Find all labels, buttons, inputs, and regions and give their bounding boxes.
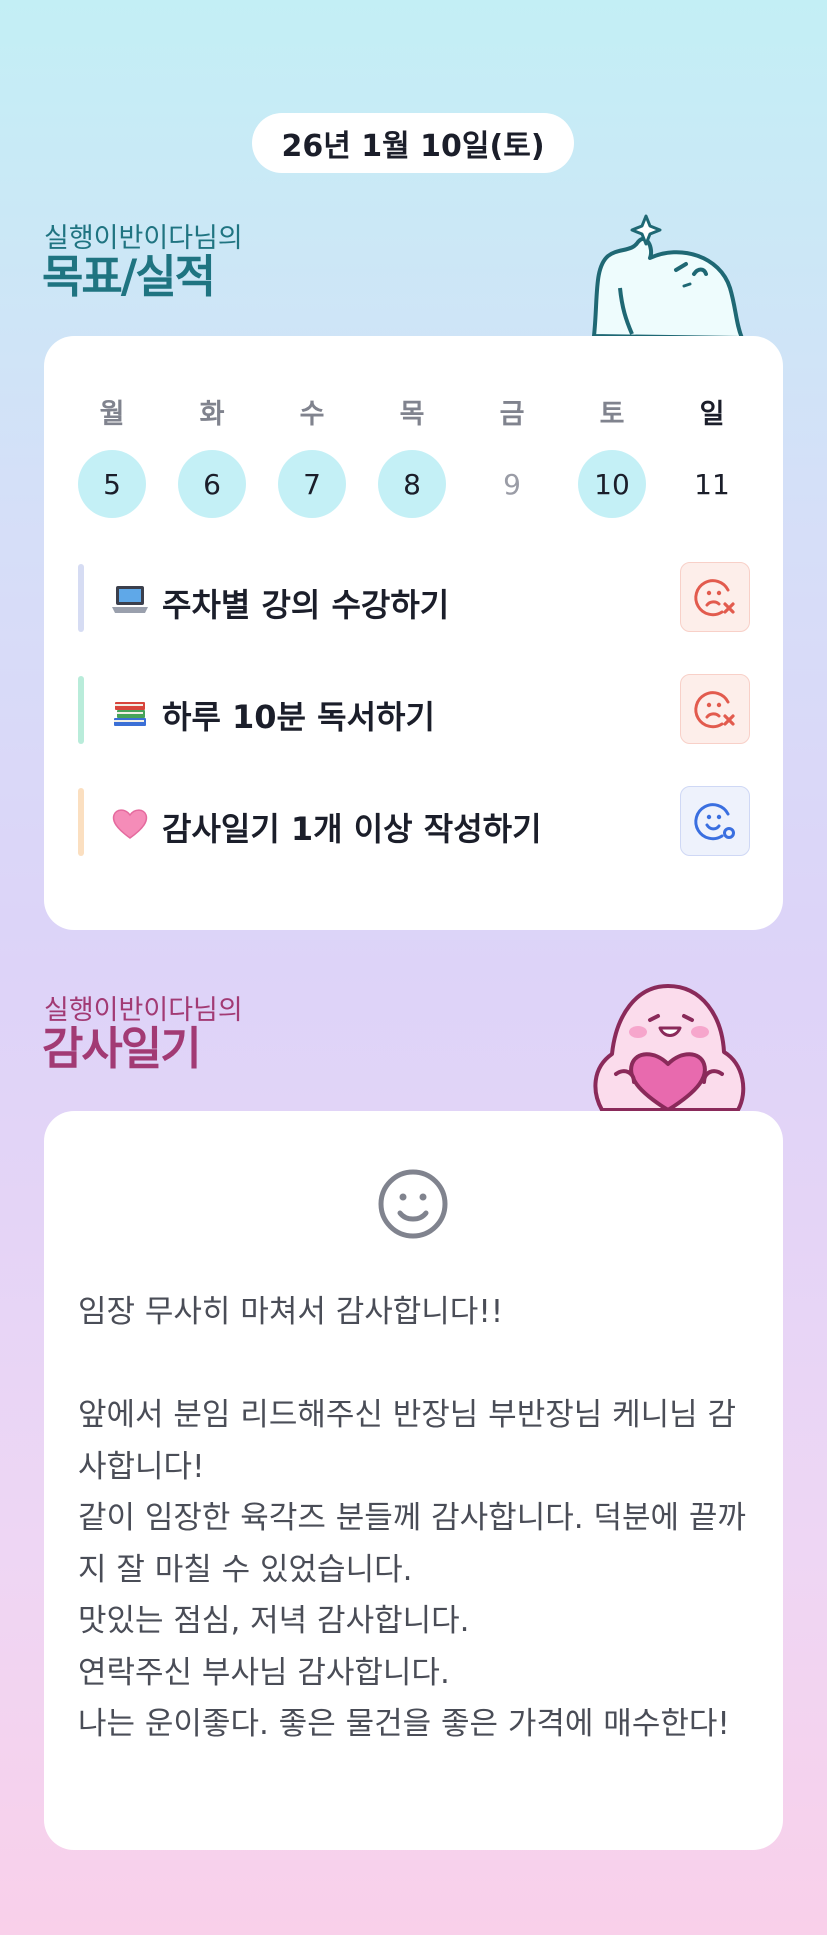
happy-face-o-icon: [694, 803, 735, 841]
pink-heart-icon: [112, 809, 148, 839]
goal-label: 주차별 강의 수강하기: [162, 586, 450, 624]
goal-item[interactable]: 감사일기 1개 이상 작성하기: [78, 786, 750, 856]
day-label: 월: [99, 399, 125, 430]
goal-status-pass[interactable]: [680, 786, 750, 856]
goal-accent-bar: [78, 676, 84, 744]
day-label: 토: [599, 399, 625, 430]
day-number: 10: [578, 450, 646, 518]
diary-text: 임장 무사히 마쳐서 감사합니다!! 앞에서 분임 리드해주신 반장님 부반장님…: [78, 1294, 746, 1742]
diary-title: 감사일기: [42, 1022, 202, 1075]
day-sat[interactable]: 토 10: [578, 392, 646, 518]
goals-title: 목표/실적: [42, 250, 216, 303]
day-label: 목: [399, 399, 425, 430]
books-icon: [114, 702, 146, 726]
day-number: 8: [378, 450, 446, 518]
day-number: 6: [178, 450, 246, 518]
day-mon[interactable]: 월 5: [78, 392, 146, 518]
goal-item[interactable]: 하루 10분 독서하기: [78, 674, 750, 744]
day-wed[interactable]: 수 7: [278, 392, 346, 518]
date-display: 26년 1월 10일(토): [252, 113, 574, 173]
goals-card: 월 5 화 6 수 7 목 8 금 9 토 10 일 11 주차별 강의 수강하…: [44, 336, 783, 930]
goal-item[interactable]: 주차별 강의 수강하기: [78, 562, 750, 632]
sad-face-x-icon: [694, 579, 735, 617]
day-tue[interactable]: 화 6: [178, 392, 246, 518]
day-label: 수: [299, 399, 325, 430]
goal-status-fail[interactable]: [680, 562, 750, 632]
day-label: 일: [699, 399, 725, 430]
goal-accent-bar: [78, 788, 84, 856]
cheering-mascot-icon: [592, 214, 744, 338]
smiley-face-icon: [378, 1169, 448, 1239]
day-label: 화: [199, 399, 225, 430]
day-number: 9: [503, 467, 521, 501]
goal-status-fail[interactable]: [680, 674, 750, 744]
sad-face-x-icon: [694, 691, 735, 729]
day-sun[interactable]: 일 11: [678, 392, 746, 518]
goal-label: 감사일기 1개 이상 작성하기: [162, 810, 542, 848]
day-label: 금: [499, 399, 525, 430]
day-thu[interactable]: 목 8: [378, 392, 446, 518]
goal-accent-bar: [78, 564, 84, 632]
day-number: 7: [278, 450, 346, 518]
day-number: 5: [78, 450, 146, 518]
laptop-icon: [112, 586, 148, 613]
day-number: 11: [694, 467, 730, 501]
diary-card: 임장 무사히 마쳐서 감사합니다!! 앞에서 분임 리드해주신 반장님 부반장님…: [44, 1111, 783, 1850]
heart-hugging-mascot-icon: [593, 984, 746, 1112]
goal-label: 하루 10분 독서하기: [162, 698, 435, 736]
day-fri[interactable]: 금 9: [478, 392, 546, 518]
